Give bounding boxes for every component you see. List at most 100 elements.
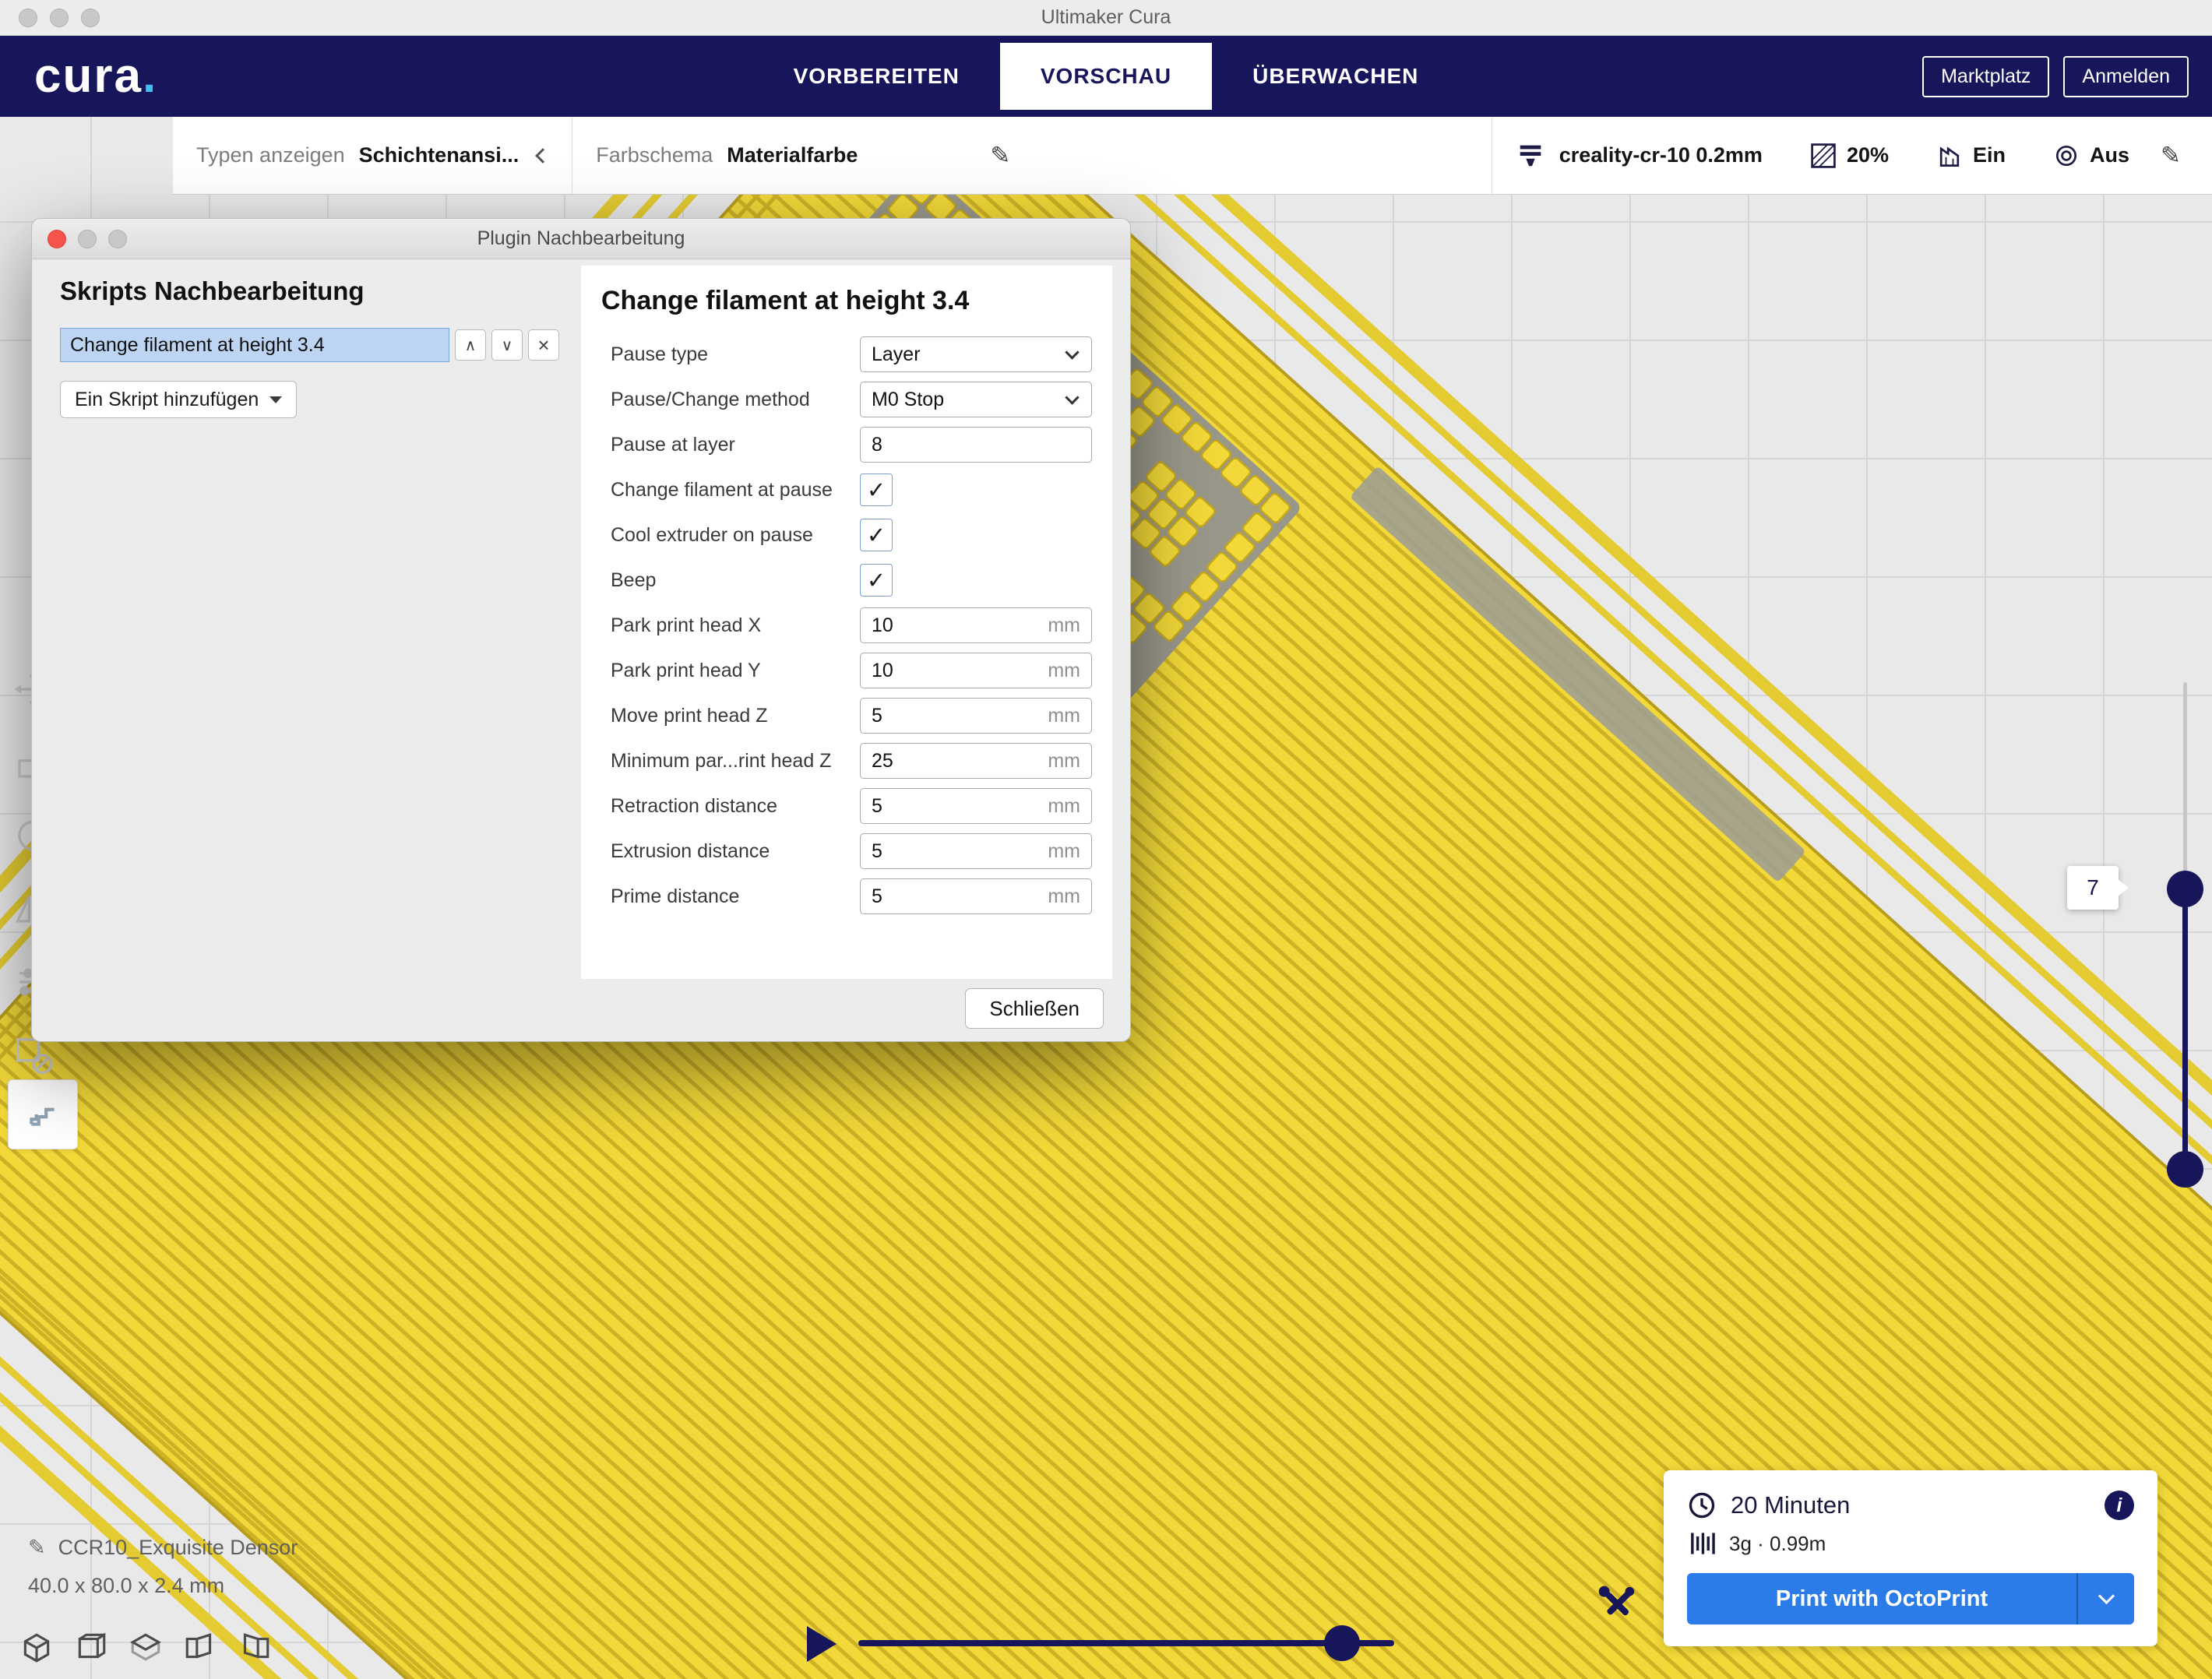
layer-indicator: 7 bbox=[2067, 866, 2119, 910]
unit-label: mm bbox=[1048, 705, 1080, 727]
field-input[interactable]: 25mm bbox=[860, 743, 1092, 779]
remove-script-button[interactable]: × bbox=[528, 329, 559, 361]
field-input[interactable]: 5mm bbox=[860, 878, 1092, 914]
add-script-button[interactable]: Ein Skript hinzufügen bbox=[60, 381, 297, 418]
model-name: CCR10_Exquisite Densor bbox=[58, 1536, 298, 1560]
timeline-track[interactable] bbox=[858, 1640, 1394, 1646]
view-preset-front-icon[interactable] bbox=[73, 1629, 109, 1669]
layer-slider-lower-handle[interactable] bbox=[2167, 1151, 2203, 1188]
field-label: Extrusion distance bbox=[601, 840, 860, 863]
window-controls[interactable] bbox=[19, 9, 100, 27]
dialog-field-row: Change filament at pause✓ bbox=[601, 470, 1092, 509]
printer-nozzle-icon bbox=[1516, 141, 1545, 171]
field-select[interactable]: M0 Stop bbox=[860, 382, 1092, 417]
close-dialog-button[interactable]: Schließen bbox=[965, 988, 1104, 1029]
adjust-tools-icon[interactable] bbox=[1595, 1582, 1639, 1630]
view-preset-right-icon[interactable] bbox=[237, 1629, 273, 1669]
marketplace-button[interactable]: Marktplatz bbox=[1922, 56, 2049, 97]
edit-view-settings-icon[interactable]: ✎ bbox=[990, 142, 1010, 170]
script-settings-heading: Change filament at height 3.4 bbox=[601, 286, 1092, 316]
unit-label: mm bbox=[1048, 840, 1080, 863]
dialog-close-icon[interactable] bbox=[48, 230, 66, 248]
field-select[interactable]: Layer bbox=[860, 336, 1092, 372]
edit-print-settings-icon[interactable]: ✎ bbox=[2161, 142, 2181, 170]
view-preset-3d-icon[interactable] bbox=[19, 1629, 55, 1669]
stage-tabs: VORBEREITEN VORSCHAU ÜBERWACHEN bbox=[753, 36, 1460, 117]
printer-settings-group[interactable]: creality-cr-10 0.2mm bbox=[1492, 117, 1786, 194]
dialog-field-row: Extrusion distance5mm bbox=[601, 832, 1092, 871]
view-type-group[interactable]: Typen anzeigen Schichtenansi... bbox=[173, 117, 572, 194]
view-presets bbox=[19, 1629, 273, 1669]
dialog-field-row: Cool extruder on pause✓ bbox=[601, 516, 1092, 554]
maximize-window-icon[interactable] bbox=[81, 9, 100, 27]
printer-profile: creality-cr-10 0.2mm bbox=[1559, 143, 1763, 167]
support-icon bbox=[1936, 142, 1964, 170]
view-type-label: Typen anzeigen bbox=[196, 143, 345, 167]
window-title: Ultimaker Cura bbox=[1041, 6, 1171, 29]
field-input[interactable]: 8 bbox=[860, 427, 1092, 463]
field-input[interactable]: 5mm bbox=[860, 788, 1092, 824]
move-script-up-button[interactable]: ∧ bbox=[455, 329, 486, 361]
selected-script-item[interactable]: Change filament at height 3.4 bbox=[60, 328, 449, 362]
dialog-window-controls[interactable] bbox=[48, 230, 127, 248]
field-label: Move print head Z bbox=[601, 705, 860, 727]
tab-vorbereiten[interactable]: VORBEREITEN bbox=[753, 43, 1000, 110]
unit-label: mm bbox=[1048, 614, 1080, 637]
field-input[interactable]: 10mm bbox=[860, 607, 1092, 643]
adhesion-group[interactable]: Aus bbox=[2029, 117, 2153, 194]
chevron-left-icon[interactable] bbox=[535, 148, 551, 164]
play-button[interactable] bbox=[807, 1626, 837, 1662]
model-dimensions: 40.0 x 80.0 x 2.4 mm bbox=[28, 1574, 298, 1598]
tab-ueberwachen[interactable]: ÜBERWACHEN bbox=[1212, 43, 1459, 110]
view-preset-top-icon[interactable] bbox=[128, 1629, 164, 1669]
move-script-down-button[interactable]: ∨ bbox=[491, 329, 523, 361]
color-scheme-value[interactable]: Materialfarbe bbox=[727, 143, 858, 167]
dialog-field-row: Pause typeLayer bbox=[601, 335, 1092, 374]
color-scheme-group[interactable]: Farbschema Materialfarbe bbox=[572, 117, 881, 194]
layer-slider-range[interactable] bbox=[2182, 889, 2188, 1169]
scripts-heading: Skripts Nachbearbeitung bbox=[60, 276, 563, 306]
scripts-pane: Skripts Nachbearbeitung Change filament … bbox=[60, 276, 563, 418]
signin-button[interactable]: Anmelden bbox=[2063, 56, 2189, 97]
field-input[interactable]: 5mm bbox=[860, 698, 1092, 734]
color-scheme-label: Farbschema bbox=[596, 143, 713, 167]
timeline-handle[interactable] bbox=[1324, 1625, 1360, 1661]
field-checkbox[interactable]: ✓ bbox=[860, 564, 893, 597]
print-with-octoprint-button[interactable]: Print with OctoPrint bbox=[1687, 1573, 2134, 1624]
field-input[interactable]: 5mm bbox=[860, 833, 1092, 869]
dialog-field-row: Pause/Change methodM0 Stop bbox=[601, 380, 1092, 419]
field-input[interactable]: 10mm bbox=[860, 653, 1092, 688]
script-settings-panel: Change filament at height 3.4 Pause type… bbox=[581, 266, 1112, 979]
layer-slider-upper-handle[interactable] bbox=[2167, 871, 2203, 907]
print-time: 20 Minuten bbox=[1731, 1491, 2090, 1519]
rename-model-icon[interactable]: ✎ bbox=[28, 1536, 46, 1560]
view-type-value[interactable]: Schichtenansi... bbox=[359, 143, 520, 167]
dialog-field-row: Retraction distance5mm bbox=[601, 787, 1092, 825]
dialog-titlebar[interactable]: Plugin Nachbearbeitung bbox=[32, 219, 1130, 259]
layers-steps-icon bbox=[25, 1096, 61, 1132]
support-group[interactable]: Ein bbox=[1912, 117, 2029, 194]
field-checkbox[interactable]: ✓ bbox=[860, 473, 893, 506]
dialog-field-row: Prime distance5mm bbox=[601, 877, 1092, 916]
infill-group[interactable]: 20% bbox=[1786, 117, 1912, 194]
object-list-button[interactable] bbox=[8, 1079, 78, 1149]
info-icon[interactable]: i bbox=[2105, 1491, 2134, 1520]
tab-vorschau[interactable]: VORSCHAU bbox=[1000, 43, 1212, 110]
minimize-window-icon[interactable] bbox=[50, 9, 69, 27]
print-options-caret[interactable] bbox=[2078, 1573, 2134, 1624]
chevron-down-icon bbox=[1065, 390, 1079, 404]
close-window-icon[interactable] bbox=[19, 9, 37, 27]
view-preset-left-icon[interactable] bbox=[182, 1629, 218, 1669]
support-value: Ein bbox=[1973, 143, 2006, 167]
print-details-panel: 20 Minuten i 3g · 0.99m Print with OctoP… bbox=[1664, 1470, 2157, 1646]
script-settings-fields: Pause typeLayer Pause/Change methodM0 Sto… bbox=[601, 335, 1092, 916]
model-info: ✎ CCR10_Exquisite Densor 40.0 x 80.0 x 2… bbox=[28, 1536, 298, 1598]
infill-value: 20% bbox=[1847, 143, 1889, 167]
field-checkbox[interactable]: ✓ bbox=[860, 519, 893, 551]
dialog-maximize-icon[interactable] bbox=[108, 230, 127, 248]
dialog-minimize-icon[interactable] bbox=[78, 230, 97, 248]
caret-down-icon bbox=[269, 396, 282, 403]
field-label: Prime distance bbox=[601, 885, 860, 908]
dialog-field-row: Move print head Z5mm bbox=[601, 696, 1092, 735]
adhesion-icon bbox=[2052, 142, 2080, 170]
